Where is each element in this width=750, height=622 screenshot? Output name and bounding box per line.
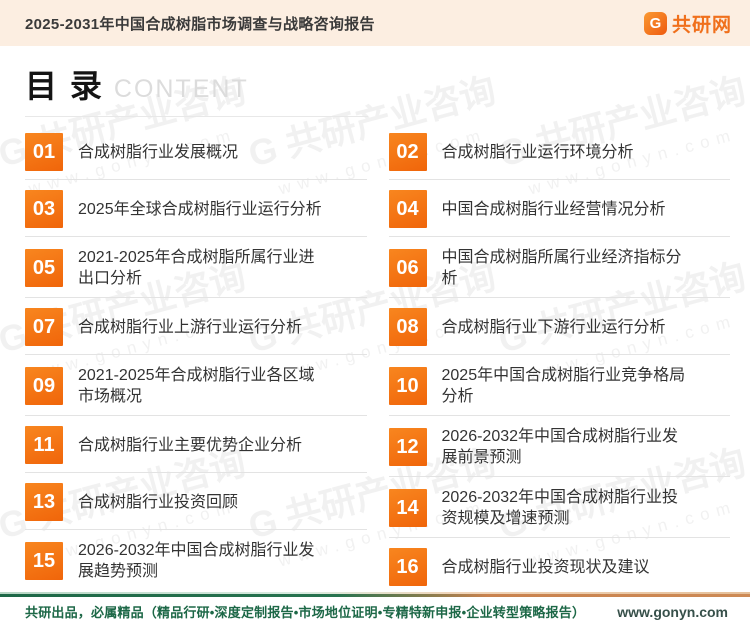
toc-item[interactable]: 13 合成树脂行业投资回顾 [25,483,367,530]
toc-subtitle: CONTENT [113,75,249,103]
toc-item[interactable]: 03 2025年全球合成树脂行业运行分析 [25,190,367,237]
toc-item-number: 03 [25,190,63,228]
toc-item-number: 16 [388,548,427,586]
toc-item[interactable]: 16 合成树脂行业投资现状及建议 [388,548,731,594]
header-bar: 2025-2031年中国合成树脂市场调查与战略咨询报告 G 共研网 [0,0,750,46]
toc-item-label: 2025年全球合成树脂行业运行分析 [78,200,322,218]
toc-item-label: 合成树脂行业投资回顾 [78,493,239,511]
footer-slogan: 共研出品，必属精品（精品行研•深度定制报告•市场地位证明•专精特新申报•企业转型… [25,605,586,620]
toc-item[interactable]: 15 2026-2032年中国合成树脂行业发 展趋势预测 [25,540,367,590]
toc-content: 目 录 CONTENT 01 合成树脂行业发展概况 03 2025年全球合成树脂行… [0,46,750,604]
toc-item[interactable]: 02 合成树脂行业运行环境分析 [388,133,730,180]
toc-grid: 01 合成树脂行业发展概况 03 2025年全球合成树脂行业运行分析 05 20… [25,133,730,604]
toc-item[interactable]: 07 合成树脂行业上游行业运行分析 [25,308,367,355]
toc-item-label: 2026-2032年中国合成树脂行业投 资规模及增速预测 [441,489,679,527]
brand-name: 共研网 [671,14,732,36]
toc-item[interactable]: 14 2026-2032年中国合成树脂行业投 资规模及增速预测 [388,487,730,538]
toc-column-right: 02 合成树脂行业运行环境分析 04 中国合成树脂行业经营情况分析 06 中国合… [388,133,731,604]
toc-item-number: 15 [25,542,63,580]
toc-item-label: 合成树脂行业运行环境分析 [441,143,634,161]
toc-item-label: 中国合成树脂行业经营情况分析 [441,200,666,218]
gonyn-g-icon: G [643,11,667,35]
toc-item-number: 14 [388,489,427,527]
toc-item-label: 合成树脂行业主要优势企业分析 [78,436,303,454]
toc-item-number: 08 [388,308,427,346]
report-toc-page: 2025-2031年中国合成树脂市场调查与战略咨询报告 G 共研网 G 共研产业… [0,0,750,622]
toc-item-number: 07 [25,308,63,346]
toc-item-label: 2025年中国合成树脂行业竞争格局 分析 [441,367,686,405]
toc-title: 目 录 [25,68,104,104]
footer: 共研出品，必属精品（精品行研•深度定制报告•市场地位证明•专精特新申报•企业转型… [0,592,750,621]
toc-item[interactable]: 01 合成树脂行业发展概况 [25,133,367,180]
toc-item-label: 2026-2032年中国合成树脂行业发 展趋势预测 [78,542,315,580]
toc-item[interactable]: 04 中国合成树脂行业经营情况分析 [388,190,730,237]
toc-item-label: 合成树脂行业上游行业运行分析 [78,318,303,336]
footer-url[interactable]: www.gonyn.com [617,604,728,620]
toc-heading: 目 录 CONTENT [25,61,368,117]
toc-item-label: 2021-2025年合成树脂行业各区域 市场概况 [78,367,315,405]
toc-item-number: 09 [25,367,63,405]
brand-logo[interactable]: G 共研网 [643,10,732,37]
toc-item-number: 01 [25,133,63,171]
toc-item-label: 合成树脂行业发展概况 [78,143,239,161]
toc-item-label: 合成树脂行业下游行业运行分析 [441,318,666,336]
toc-item[interactable]: 10 2025年中国合成树脂行业竞争格局 分析 [388,365,730,416]
toc-item[interactable]: 12 2026-2032年中国合成树脂行业发 展前景预测 [388,426,730,477]
toc-item-label: 中国合成树脂所属行业经济指标分 析 [441,249,682,287]
toc-item[interactable]: 08 合成树脂行业下游行业运行分析 [388,308,730,355]
toc-item[interactable]: 05 2021-2025年合成树脂所属行业进 出口分析 [25,247,367,298]
toc-item-number: 02 [388,133,427,171]
toc-item-label: 2026-2032年中国合成树脂行业发 展前景预测 [441,428,679,466]
toc-item-number: 11 [25,426,63,464]
toc-item[interactable]: 09 2021-2025年合成树脂行业各区域 市场概况 [25,365,367,416]
toc-item-number: 06 [388,249,427,287]
toc-item-number: 12 [388,428,427,466]
toc-item[interactable]: 11 合成树脂行业主要优势企业分析 [25,426,367,473]
toc-item-label: 合成树脂行业投资现状及建议 [441,558,650,576]
toc-item-number: 04 [388,190,427,228]
report-title: 2025-2031年中国合成树脂市场调查与战略咨询报告 [25,15,375,33]
toc-item-number: 13 [25,483,63,521]
toc-column-left: 01 合成树脂行业发展概况 03 2025年全球合成树脂行业运行分析 05 20… [25,133,367,604]
toc-item[interactable]: 06 中国合成树脂所属行业经济指标分 析 [388,247,730,298]
toc-item-number: 05 [25,249,63,287]
toc-item-number: 10 [388,367,427,405]
toc-item-label: 2021-2025年合成树脂所属行业进 出口分析 [78,249,315,287]
